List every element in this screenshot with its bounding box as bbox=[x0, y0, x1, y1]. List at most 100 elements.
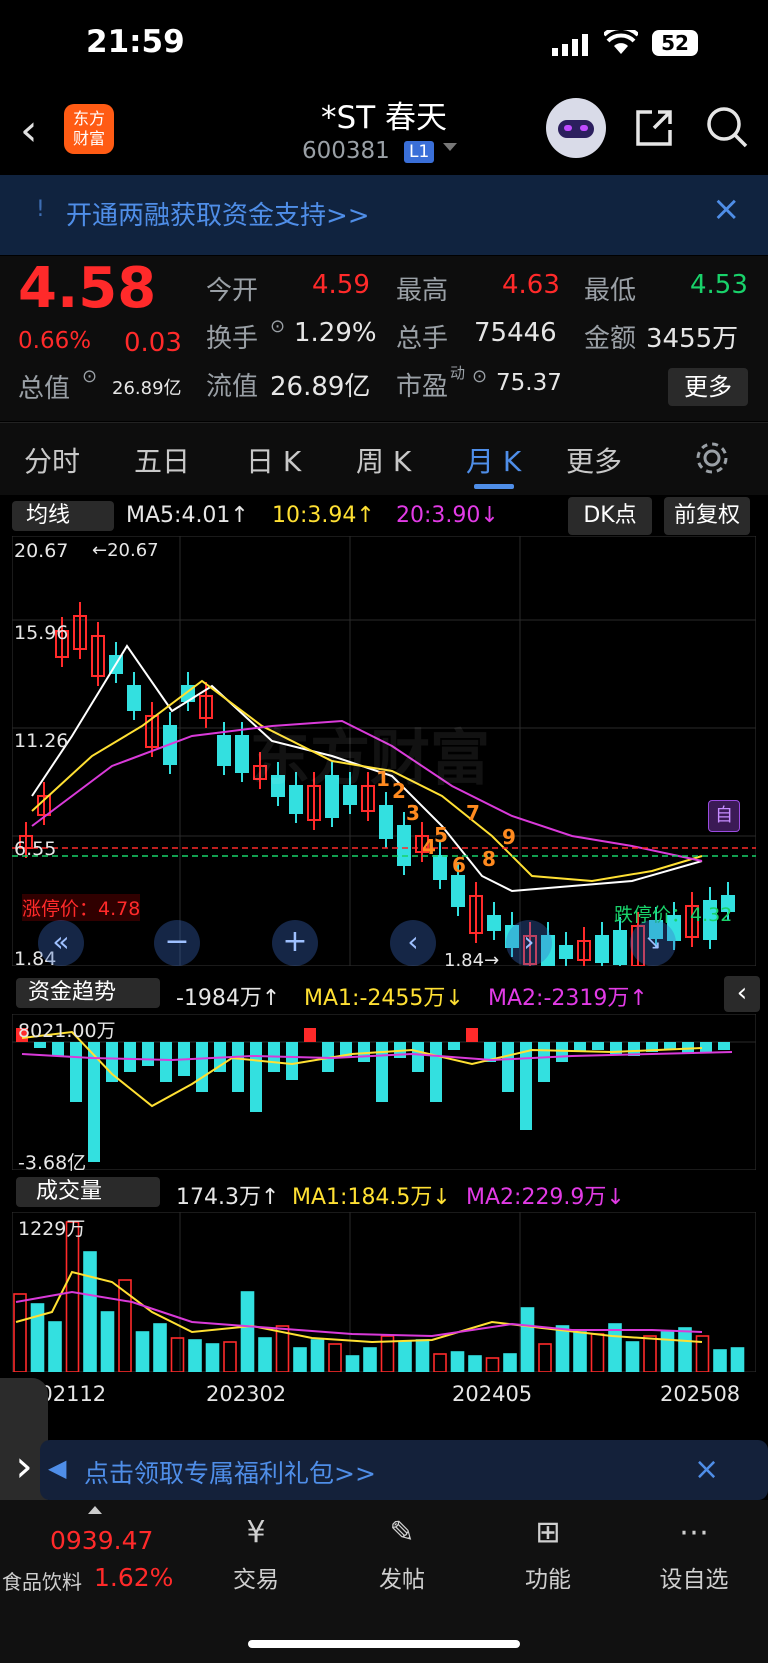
volume-bar bbox=[153, 1323, 167, 1372]
volume-bar bbox=[643, 1335, 657, 1372]
volume-bar bbox=[328, 1343, 342, 1372]
index-name[interactable]: 食品饮料 bbox=[2, 1566, 82, 1595]
volume-bar bbox=[415, 1339, 430, 1372]
volume-bar bbox=[100, 1311, 115, 1372]
td-signal: 5 bbox=[434, 823, 448, 847]
quote-panel: 4.58 0.66% 0.03 总值 ⊙ 26.89亿 今开 4.59 最高 4… bbox=[0, 256, 768, 421]
volume-bar bbox=[450, 1351, 465, 1372]
current-price: 4.58 bbox=[18, 256, 157, 321]
tab-indicator bbox=[474, 484, 514, 489]
volume-ma1: MA1:184.5万↓ bbox=[292, 1185, 451, 1210]
index-percent[interactable]: 1.62% bbox=[94, 1563, 173, 1592]
limit-up-label: 涨停价：4.78 bbox=[22, 894, 141, 921]
home-indicator bbox=[248, 1640, 520, 1648]
collapse-icon[interactable]: ‹ bbox=[724, 976, 760, 1012]
volume-selector[interactable]: 成交量 bbox=[16, 1177, 160, 1207]
promo-banner[interactable]: ◀ 点击领取专属福利礼包>> × bbox=[40, 1440, 768, 1500]
td-signal: 9 bbox=[502, 825, 516, 849]
fund-bar bbox=[160, 1042, 172, 1082]
nav-add-watchlist[interactable]: ⋯ 设自选 bbox=[644, 1515, 744, 1594]
alert-icon: ! bbox=[36, 197, 45, 222]
volume-ma2: MA2:229.9万↓ bbox=[466, 1185, 625, 1210]
pe-superscript: 动 bbox=[450, 364, 466, 382]
tab-weekly[interactable]: 周 K bbox=[356, 440, 411, 480]
volume-bar bbox=[730, 1347, 745, 1372]
nav-post[interactable]: ✎ 发帖 bbox=[352, 1515, 452, 1594]
tab-five-day[interactable]: 五日 bbox=[134, 440, 190, 480]
candle bbox=[127, 685, 141, 711]
share-icon[interactable] bbox=[632, 106, 676, 150]
gear-icon[interactable] bbox=[694, 440, 730, 476]
close-icon[interactable]: × bbox=[712, 189, 741, 229]
fund-top-tick: 8021.00万 bbox=[18, 1020, 116, 1042]
info-icon[interactable]: ⊙ bbox=[82, 366, 97, 387]
volume-chart[interactable] bbox=[12, 1212, 756, 1372]
scroll-right-icon[interactable]: › bbox=[506, 920, 552, 966]
zoom-in-icon[interactable]: + bbox=[272, 920, 318, 966]
volume-top-tick: 1229万 bbox=[18, 1218, 86, 1240]
volume-bar bbox=[625, 1341, 640, 1372]
volume-bar bbox=[13, 1293, 27, 1372]
close-icon[interactable]: × bbox=[694, 1452, 719, 1487]
volume-bar bbox=[713, 1349, 727, 1372]
ma20-value: 20:3.90↓ bbox=[396, 503, 499, 528]
fund-bar bbox=[250, 1042, 262, 1112]
fund-chart[interactable] bbox=[12, 1014, 756, 1170]
volume-bar bbox=[188, 1339, 202, 1372]
fund-bar bbox=[718, 1042, 730, 1050]
tab-intraday[interactable]: 分时 bbox=[24, 440, 80, 480]
volume-bar bbox=[573, 1331, 587, 1372]
adjust-button[interactable]: 前复权 bbox=[664, 497, 750, 535]
nav-functions[interactable]: ⊞ 功能 bbox=[498, 1515, 598, 1594]
fund-bar bbox=[232, 1042, 244, 1092]
tab-daily[interactable]: 日 K bbox=[246, 440, 301, 480]
y-tick: 11.26 bbox=[14, 730, 69, 752]
info-icon[interactable]: ⊙ bbox=[270, 316, 285, 337]
td-signal: 7 bbox=[466, 801, 480, 825]
fund-bottom-tick: -3.68亿 bbox=[18, 1152, 87, 1174]
ma10-value: 10:3.94↑ bbox=[272, 503, 375, 528]
more-button[interactable]: 更多 bbox=[668, 368, 748, 406]
pencil-icon: ✎ bbox=[389, 1515, 415, 1550]
volume-bar bbox=[223, 1341, 237, 1372]
volume-bar bbox=[433, 1353, 447, 1372]
open-label: 今开 bbox=[206, 276, 259, 306]
nav-trade-label: 交易 bbox=[233, 1567, 279, 1593]
amount-label: 金额 bbox=[584, 324, 637, 354]
wifi-icon bbox=[604, 30, 638, 54]
volume-bar bbox=[485, 1357, 500, 1372]
ma5-value: MA5:4.01↑ bbox=[126, 503, 249, 528]
volume-bar bbox=[345, 1355, 360, 1372]
promo-text[interactable]: 点击领取专属福利礼包>> bbox=[84, 1454, 376, 1490]
zoom-out-icon[interactable]: − bbox=[154, 920, 200, 966]
high-value: 4.63 bbox=[502, 270, 560, 300]
index-value[interactable]: 0939.47 bbox=[50, 1526, 153, 1555]
reset-icon[interactable]: ↘ bbox=[630, 920, 676, 966]
chevron-down-icon[interactable] bbox=[443, 143, 457, 151]
dk-button[interactable]: DK点 bbox=[568, 497, 652, 535]
search-icon[interactable] bbox=[704, 104, 750, 150]
banner-text[interactable]: 开通两融获取资金支持>> bbox=[66, 195, 370, 232]
self-select-tag[interactable]: 自 bbox=[708, 800, 740, 832]
volume-bar bbox=[293, 1347, 307, 1372]
y-tick: 20.67 bbox=[14, 540, 69, 562]
margin-banner[interactable]: ! 开通两融获取资金支持>> × bbox=[0, 175, 768, 255]
max-marker: ←20.67 bbox=[92, 540, 159, 561]
status-time: 21:59 bbox=[86, 24, 185, 60]
x-tick: 202302 bbox=[206, 1382, 287, 1406]
float-value: 26.89亿 bbox=[270, 372, 371, 402]
float-label: 流值 bbox=[206, 372, 259, 402]
tab-monthly[interactable]: 月 K bbox=[466, 440, 521, 480]
robot-avatar-icon[interactable] bbox=[546, 98, 606, 158]
fund-selector[interactable]: 资金趋势 bbox=[16, 978, 160, 1008]
stock-code: 600381 bbox=[302, 138, 390, 164]
status-bar: 21:59 52 bbox=[0, 0, 768, 90]
nav-trade[interactable]: ¥ 交易 bbox=[206, 1515, 306, 1594]
info-icon[interactable]: ⊙ bbox=[472, 366, 487, 387]
level-badge[interactable]: L1 bbox=[404, 141, 435, 163]
tab-more[interactable]: 更多 bbox=[566, 440, 622, 480]
fund-value: -1984万↑ bbox=[176, 986, 281, 1011]
scroll-left-icon[interactable]: ‹ bbox=[390, 920, 436, 966]
ma-selector[interactable]: 均线 bbox=[12, 501, 114, 531]
scroll-left-fast-icon[interactable]: « bbox=[38, 920, 84, 966]
